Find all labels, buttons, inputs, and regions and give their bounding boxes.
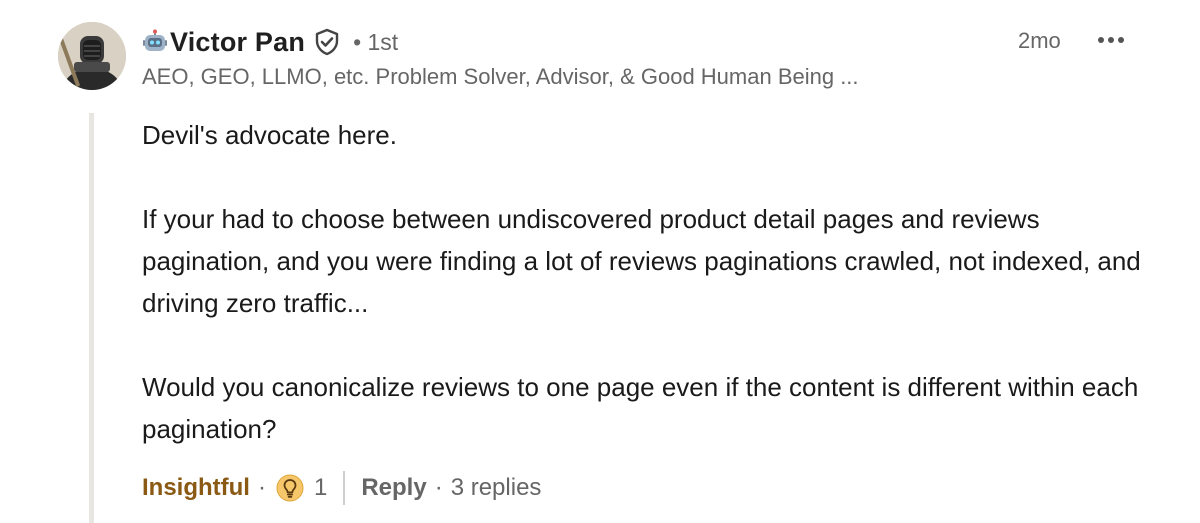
comment-paragraph: Devil's advocate here. (142, 120, 397, 150)
comment-paragraph: Would you canonicalize reviews to one pa… (142, 372, 1139, 444)
more-options-icon[interactable] (1094, 28, 1128, 52)
replies-link[interactable]: 3 replies (451, 474, 542, 502)
reaction-button[interactable]: Insightful (142, 474, 250, 502)
comment-paragraph: If your had to choose between undiscover… (142, 204, 1141, 318)
verified-shield-icon (313, 28, 341, 56)
action-divider (343, 471, 346, 505)
comment-card: Victor Pan • 1st AEO, GEO, LLMO, etc. Pr… (0, 0, 1200, 523)
author-row: Victor Pan • 1st (142, 22, 1142, 62)
avatar[interactable] (58, 22, 126, 90)
thread-line (89, 113, 94, 523)
separator-dot: · (257, 474, 266, 501)
author-headline: AEO, GEO, LLMO, etc. Problem Solver, Adv… (142, 64, 859, 89)
author-name[interactable]: Victor Pan (170, 27, 305, 58)
comment-body: Devil's advocate here. If your had to ch… (142, 114, 1162, 450)
reaction-count[interactable]: 1 (314, 474, 327, 502)
comment-timestamp: 2mo (1018, 28, 1061, 53)
lightbulb-icon[interactable] (276, 474, 304, 502)
comment-header: Victor Pan • 1st AEO, GEO, LLMO, etc. Pr… (142, 22, 1142, 90)
reply-button[interactable]: Reply (361, 474, 426, 502)
connection-degree: • 1st (353, 28, 399, 55)
separator-dot: · (434, 474, 443, 501)
comment-actions: Insightful · 1 Reply · 3 replies (142, 468, 541, 508)
avatar-image (58, 22, 126, 90)
robot-emoji-icon (142, 29, 168, 55)
